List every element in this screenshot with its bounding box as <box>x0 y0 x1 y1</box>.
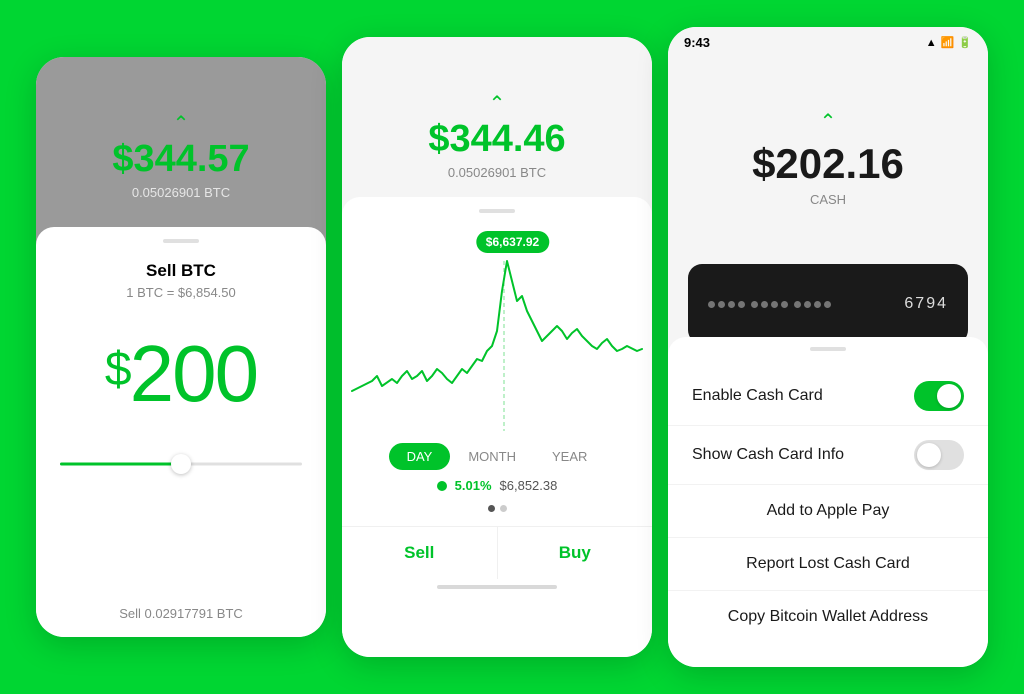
card-dot <box>738 301 745 308</box>
show-cash-card-info-label: Show Cash Card Info <box>692 446 844 464</box>
enable-cash-card-label: Enable Cash Card <box>692 387 823 405</box>
card-dot <box>718 301 725 308</box>
card-dot-group-2 <box>751 301 788 308</box>
action-sheet: Enable Cash Card Show Cash Card Info Add… <box>668 337 988 667</box>
enable-cash-card-toggle[interactable] <box>914 381 964 411</box>
screens-container: ⌃ $344.57 0.05026901 BTC Sell BTC 1 BTC … <box>16 7 1008 687</box>
btc-chart-svg <box>342 231 652 431</box>
chart-btc-sub: 0.05026901 BTC <box>448 165 546 180</box>
status-time: 9:43 <box>684 35 710 50</box>
screen-btc-chart: ⌃ $344.46 0.05026901 BTC $6,637.92 <box>342 37 652 657</box>
period-tabs: DAY MONTH YEAR <box>389 443 606 470</box>
copy-bitcoin-wallet-label: Copy Bitcoin Wallet Address <box>728 608 928 625</box>
chevron-up-icon-2[interactable]: ⌃ <box>489 94 506 114</box>
chart-btc-price: $344.46 <box>428 118 565 161</box>
card-dot <box>804 301 811 308</box>
tab-month[interactable]: MONTH <box>450 443 534 470</box>
card-dot <box>814 301 821 308</box>
home-bar <box>437 585 557 589</box>
sell-amount-number: 200 <box>130 329 257 418</box>
battery-icon: 🔋 <box>958 36 972 49</box>
add-apple-pay-label: Add to Apple Pay <box>767 502 890 519</box>
chart-sheet: $6,637.92 DAY MONTH YE <box>342 197 652 657</box>
signal-icon: ▲ <box>926 37 937 49</box>
sell-amount: $200 <box>105 328 257 420</box>
slider-thumb[interactable] <box>171 454 191 474</box>
stats-value: $6,852.38 <box>500 478 558 493</box>
sell-button[interactable]: Sell <box>342 527 498 579</box>
report-lost-card-row[interactable]: Report Lost Cash Card <box>668 538 988 591</box>
copy-bitcoin-wallet-row[interactable]: Copy Bitcoin Wallet Address <box>668 591 988 643</box>
amount-slider[interactable] <box>60 452 302 476</box>
card-dot-group-1 <box>708 301 745 308</box>
card-last4: 6794 <box>904 295 948 313</box>
stats-pct: 5.01% <box>455 478 492 493</box>
chart-area: $6,637.92 <box>342 231 652 431</box>
wifi-icon: 📶 <box>941 36 955 49</box>
btc-sub-amount: 0.05026901 BTC <box>132 185 230 200</box>
pagination-dots <box>488 505 507 512</box>
status-icons: ▲ 📶 🔋 <box>926 36 972 49</box>
pg-dot-2 <box>500 505 507 512</box>
card-dots <box>708 301 831 308</box>
chart-tooltip: $6,637.92 <box>476 231 549 253</box>
report-lost-card-label: Report Lost Cash Card <box>746 555 910 572</box>
card-dot <box>771 301 778 308</box>
toggle-knob-2 <box>917 443 941 467</box>
sell-btc-rate: 1 BTC = $6,854.50 <box>126 285 236 300</box>
card-dot <box>751 301 758 308</box>
show-cash-card-info-row: Show Cash Card Info <box>668 426 988 485</box>
chevron-up-icon-3[interactable]: ⌃ <box>820 112 837 132</box>
cash-label-sub: CASH <box>810 192 846 207</box>
sell-btc-title: Sell BTC <box>146 261 216 281</box>
card-dot-group-3 <box>794 301 831 308</box>
add-apple-pay-row[interactable]: Add to Apple Pay <box>668 485 988 538</box>
toggle-knob <box>937 384 961 408</box>
screen-cash-card: 9:43 ▲ 📶 🔋 ⌃ $202.16 CASH <box>668 27 988 667</box>
show-cash-card-info-toggle[interactable] <box>914 440 964 470</box>
card-dot <box>728 301 735 308</box>
status-bar: 9:43 ▲ 📶 🔋 <box>668 27 988 54</box>
sell-btc-footer-label: Sell 0.02917791 BTC <box>119 606 243 621</box>
sell-btc-sheet: Sell BTC 1 BTC = $6,854.50 $200 Sell 0.0… <box>36 227 326 637</box>
chevron-up-icon[interactable]: ⌃ <box>173 114 190 134</box>
stats-row: 5.01% $6,852.38 <box>437 478 558 493</box>
black-card: 6794 <box>688 264 968 344</box>
screen-sell-btc: ⌃ $344.57 0.05026901 BTC Sell BTC 1 BTC … <box>36 57 326 637</box>
buy-button[interactable]: Buy <box>498 527 653 579</box>
card-dot <box>794 301 801 308</box>
pg-dot-1 <box>488 505 495 512</box>
stats-dot-icon <box>437 481 447 491</box>
card-dot <box>708 301 715 308</box>
cash-top-section: ⌃ $202.16 CASH <box>668 54 988 264</box>
sheet-handle <box>163 239 199 243</box>
card-dot <box>781 301 788 308</box>
slider-fill <box>60 463 181 466</box>
enable-cash-card-row: Enable Cash Card <box>668 367 988 426</box>
cash-amount: $202.16 <box>752 140 904 188</box>
card-section: 6794 <box>668 264 988 344</box>
action-sheet-handle <box>810 347 846 351</box>
sell-buy-row: Sell Buy <box>342 526 652 579</box>
card-dot <box>824 301 831 308</box>
chart-sheet-handle <box>479 209 515 213</box>
tab-year[interactable]: YEAR <box>534 443 605 470</box>
card-dot <box>761 301 768 308</box>
dollar-sign: $ <box>105 342 130 397</box>
tab-day[interactable]: DAY <box>389 443 451 470</box>
btc-price: $344.57 <box>112 138 249 181</box>
